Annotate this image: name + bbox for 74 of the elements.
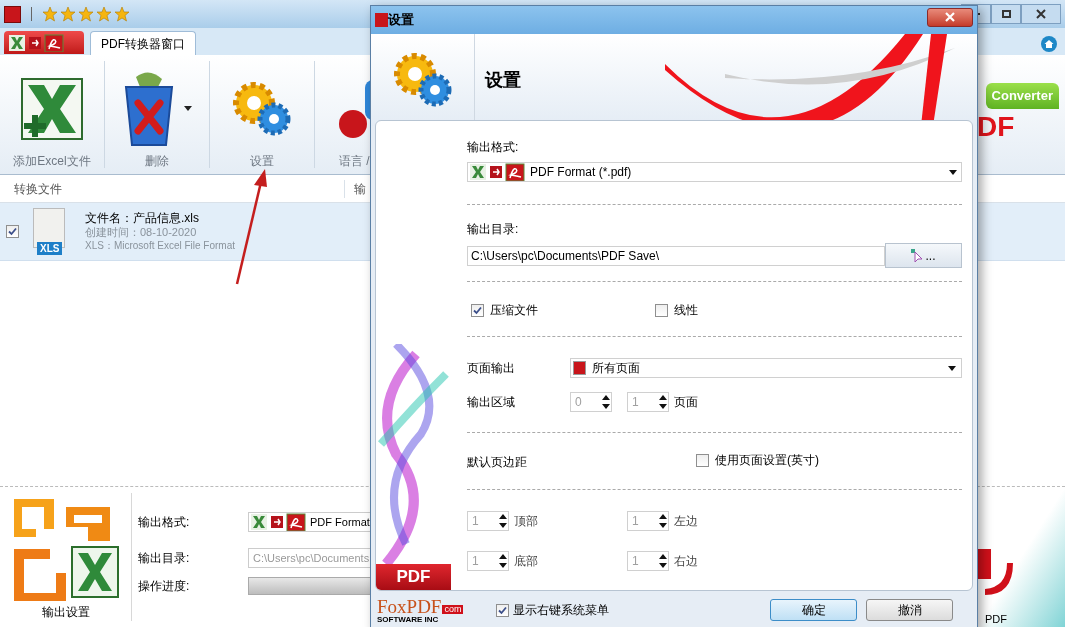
option-label: 线性 (674, 302, 698, 319)
logo-name: FoxPDF (377, 596, 442, 616)
star-icon (42, 6, 58, 22)
field-label: 输出目录: (467, 221, 520, 238)
toolbar-button[interactable]: 添加Excel文件 (0, 55, 104, 174)
spin-arrows-icon (498, 553, 508, 569)
margin-label: 顶部 (514, 513, 538, 530)
checkbox[interactable] (6, 225, 19, 238)
excel-to-pdf-icon (469, 163, 527, 181)
star-icon (114, 6, 130, 22)
toolbar-button[interactable]: 删除 (105, 55, 209, 174)
option-label: 压缩文件 (490, 302, 538, 319)
checkmark-icon (498, 605, 507, 615)
file-type: XLS：Microsoft Excel File Format (85, 238, 236, 253)
close-icon (945, 12, 955, 22)
margin-label: 底部 (514, 553, 538, 570)
spin-arrows-icon (658, 394, 668, 410)
field-label: 页面输出 (467, 360, 516, 377)
dialog-heading: 设置 (485, 68, 521, 92)
excel-to-pdf-icon (250, 513, 308, 531)
close-icon (1036, 9, 1046, 19)
dialog-title: 设置 (388, 11, 414, 30)
spin-arrows-icon (498, 513, 508, 529)
file-created: 创建时间：08-10-2020 (85, 224, 198, 239)
option-label: 显示右键系统菜单 (513, 602, 609, 619)
spin-arrows-icon (658, 513, 668, 529)
tab[interactable]: PDF转换器窗口 (90, 31, 196, 55)
margin-label: 左边 (674, 513, 698, 530)
format-dropdown[interactable]: PDF Format (*.pdf) (467, 162, 962, 182)
checkmark-icon (473, 305, 482, 315)
caret-icon (949, 169, 957, 175)
column-header: 输 (353, 180, 366, 198)
maximize-button[interactable] (991, 4, 1021, 24)
pdf-label: PDF (376, 564, 451, 590)
logo-suffix: com (442, 604, 464, 614)
checkbox[interactable] (471, 303, 484, 317)
checkbox[interactable] (696, 453, 709, 467)
star-icon (60, 6, 76, 22)
spin-arrows-icon (658, 553, 668, 569)
field-label: 操作进度: (138, 578, 191, 595)
app-menu-button[interactable] (4, 31, 84, 54)
close-button[interactable] (927, 7, 973, 27)
pdf-logo-text: DF (977, 110, 1015, 143)
spreadsheet-add-icon (20, 76, 84, 141)
file-name: 文件名：产品信息.xls (85, 210, 200, 225)
browse-button[interactable]: ... (885, 243, 962, 268)
margin-label: 右边 (674, 553, 698, 570)
field-label: 输出格式: (467, 139, 520, 156)
output-path-field[interactable]: C:\Users\pc\Documents\PDF Save\ (467, 245, 885, 266)
unit-label: 页面 (674, 394, 698, 411)
toolbar-button[interactable]: 设置 (210, 55, 314, 174)
cancel-button[interactable]: 撤消 (866, 599, 953, 621)
logo-tagline: SOFTWARE INC (377, 615, 440, 624)
field-label: 输出目录: (138, 550, 191, 567)
close-button[interactable] (1021, 4, 1061, 24)
checkbox[interactable] (496, 603, 509, 617)
field-label: 输出区域 (467, 394, 516, 411)
caret-icon (948, 365, 956, 371)
home-icon[interactable] (1041, 36, 1057, 52)
ok-button[interactable]: 确定 (770, 599, 857, 621)
converter-badge: Converter (985, 83, 1059, 109)
star-icon (96, 6, 112, 22)
field-label: 输出格式: (138, 514, 191, 531)
spin-arrows-icon (601, 394, 611, 410)
checkmark-icon (8, 227, 17, 236)
page-output-dropdown[interactable]: 所有页面 (570, 358, 962, 378)
option-label: 使用页面设置(英寸) (715, 452, 819, 469)
panel-title: 输出设置 (41, 604, 90, 621)
corner-label: PDF (984, 613, 1007, 626)
cursor-icon (911, 248, 924, 263)
checkbox[interactable] (655, 303, 668, 317)
field-label: 默认页边距 (467, 454, 528, 471)
excel-to-pdf-icon (8, 33, 66, 52)
star-icon (78, 6, 94, 22)
